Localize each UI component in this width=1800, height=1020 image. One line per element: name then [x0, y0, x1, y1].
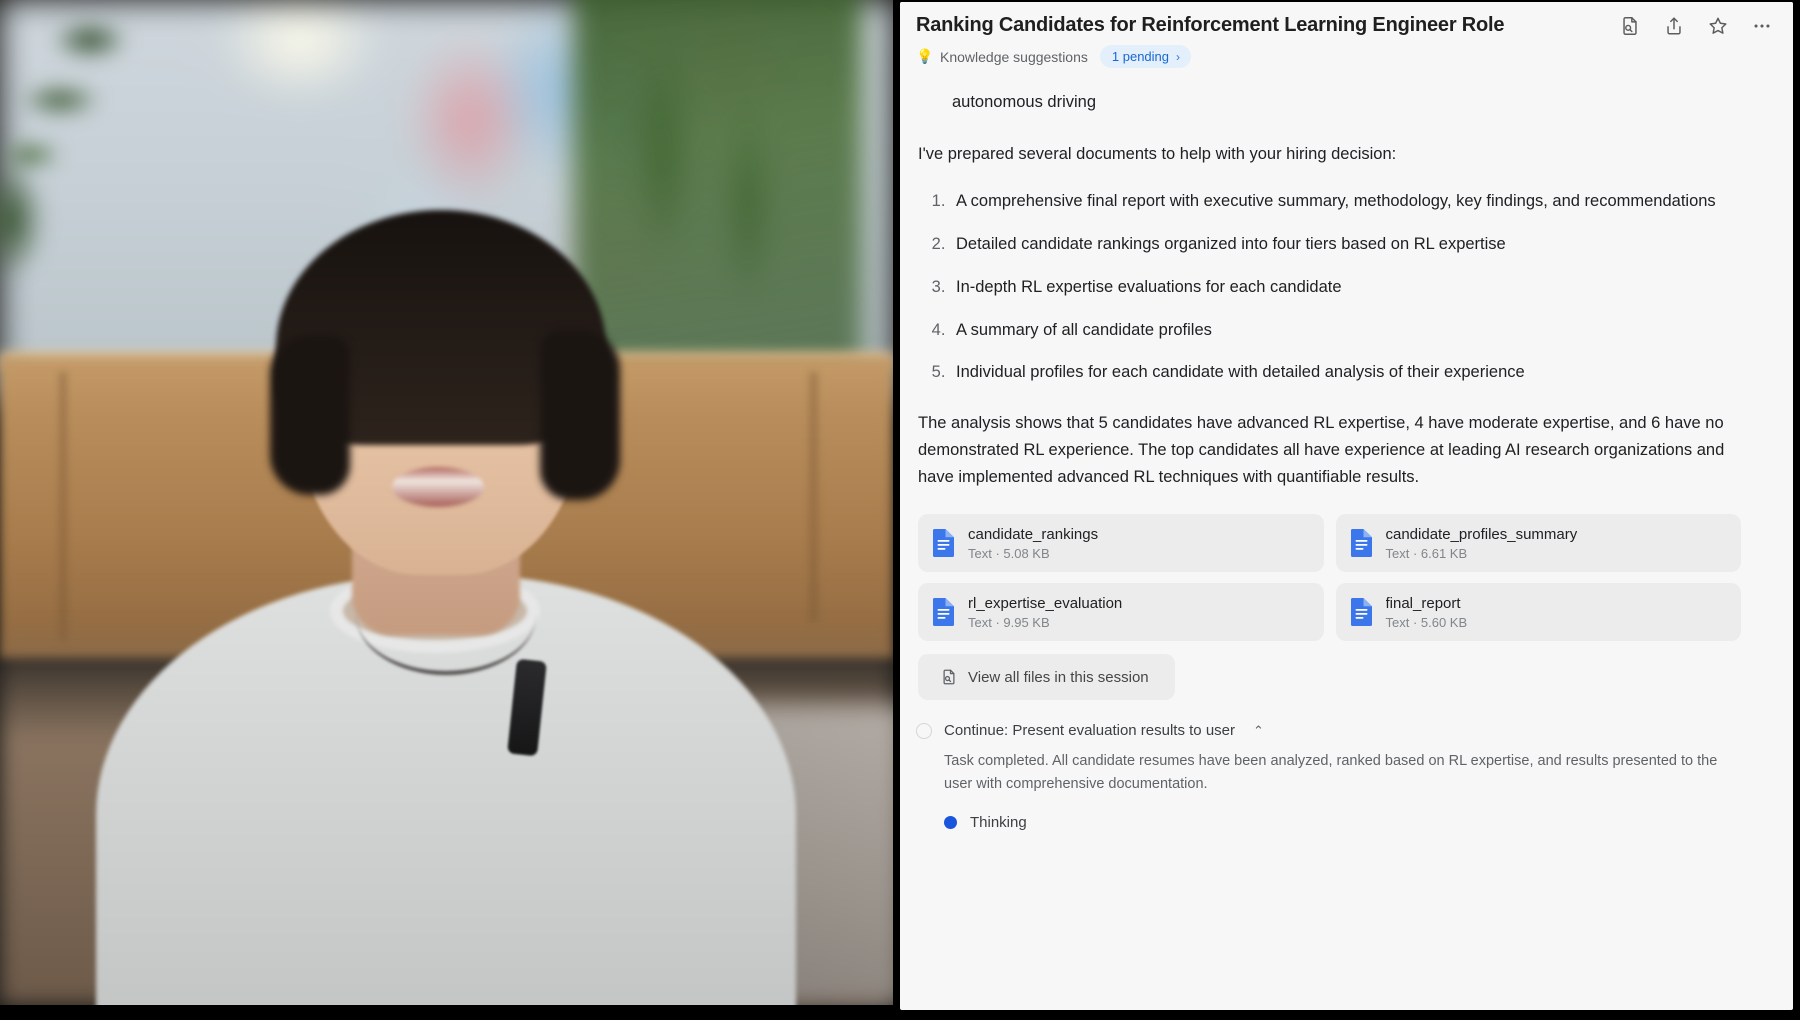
list-item: Detailed candidate rankings organized in… [950, 232, 1753, 258]
continue-step-block: Continue: Present evaluation results to … [900, 722, 1753, 831]
person-subject [0, 210, 893, 1005]
file-name: final_report [1385, 594, 1461, 612]
lightbulb-icon: 💡 [916, 48, 934, 64]
person-mouth [392, 467, 484, 507]
doc-file-icon [930, 597, 956, 627]
list-item: Individual profiles for each candidate w… [950, 360, 1753, 386]
file-meta: rl_expertise_evaluation Text · 9.95 KB [968, 595, 1122, 630]
doc-file-icon [1348, 528, 1374, 558]
list-item: A comprehensive final report with execut… [950, 189, 1753, 215]
conversation-scroll-area[interactable]: autonomous driving I've prepared several… [900, 68, 1793, 1010]
file-subtitle: Text · 6.61 KB [1385, 545, 1468, 561]
chevron-right-icon: › [1176, 49, 1181, 64]
app-window: Ranking Candidates for Reinforcement Lea… [0, 0, 1800, 1020]
file-name: rl_expertise_evaluation [968, 594, 1123, 612]
more-options-icon[interactable] [1751, 15, 1773, 37]
intro-paragraph: I've prepared several documents to help … [918, 144, 1397, 163]
knowledge-suggestions-row[interactable]: 💡 Knowledge suggestions 1 pending › [916, 45, 1777, 68]
file-card[interactable]: final_report Text · 5.60 KB [1335, 583, 1741, 642]
person-hair-left [270, 335, 350, 495]
deliverables-list: A comprehensive final report with execut… [900, 189, 1753, 386]
file-name: candidate_profiles_summary [1385, 525, 1578, 543]
list-item: A summary of all candidate profiles [950, 318, 1753, 344]
share-icon[interactable] [1663, 15, 1685, 37]
scrollbar[interactable] [1787, 68, 1791, 1010]
page-title: Ranking Candidates for Reinforcement Lea… [916, 14, 1505, 36]
file-card[interactable]: candidate_profiles_summary Text · 6.61 K… [1335, 514, 1741, 573]
attached-files-grid: candidate_rankings Text · 5.08 KB candid… [900, 514, 1753, 642]
file-subtitle: Text · 5.08 KB [968, 545, 1050, 561]
person-hair-right [540, 330, 620, 500]
file-name: candidate_rankings [968, 525, 1099, 543]
thinking-label: Thinking [970, 814, 1027, 832]
file-subtitle: Text · 9.95 KB [968, 614, 1050, 630]
doc-file-icon [1348, 597, 1374, 627]
continue-step-header[interactable]: Continue: Present evaluation results to … [916, 722, 1753, 739]
knowledge-suggestions-label: Knowledge suggestions [940, 48, 1088, 65]
chevron-up-icon[interactable]: ⌃ [1253, 724, 1264, 737]
file-meta: candidate_rankings Text · 5.08 KB [968, 526, 1098, 561]
file-search-icon[interactable] [1619, 15, 1641, 37]
conversation-content: autonomous driving I've prepared several… [900, 68, 1775, 841]
file-subtitle: Text · 5.60 KB [1385, 614, 1468, 630]
doc-file-icon [930, 528, 956, 558]
file-card[interactable]: candidate_rankings Text · 5.08 KB [918, 514, 1324, 573]
header-actions [1619, 15, 1777, 37]
panel-header: Ranking Candidates for Reinforcement Lea… [900, 2, 1793, 68]
continue-step-detail: Task completed. All candidate resumes ha… [944, 753, 1718, 792]
thinking-status-row: Thinking [916, 814, 1753, 831]
video-stage [0, 0, 893, 1005]
empty-circle-icon [916, 722, 932, 739]
file-card[interactable]: rl_expertise_evaluation Text · 9.95 KB [918, 583, 1324, 642]
assistant-conversation-panel: Ranking Candidates for Reinforcement Lea… [900, 2, 1793, 1010]
file-meta: candidate_profiles_summary Text · 6.61 K… [1386, 526, 1578, 561]
star-icon[interactable] [1707, 15, 1729, 37]
webcam-video-panel[interactable] [0, 0, 893, 1005]
thinking-dot-icon [944, 816, 957, 830]
pending-suggestions-badge[interactable]: 1 pending › [1099, 45, 1192, 68]
file-meta: final_report Text · 5.60 KB [1386, 595, 1468, 630]
view-all-files-label: View all files in this session [968, 668, 1149, 686]
continue-step-label: Continue: Present evaluation results to … [944, 722, 1235, 740]
truncated-message-fragment: autonomous driving [952, 93, 1097, 111]
view-all-files-row: View all files in this session [900, 654, 1753, 701]
file-search-icon [940, 668, 958, 686]
pending-badge-text: 1 pending [1111, 49, 1170, 64]
view-all-files-button[interactable]: View all files in this session [918, 654, 1175, 701]
panel-header-row: Ranking Candidates for Reinforcement Lea… [916, 14, 1777, 37]
list-item: In-depth RL expertise evaluations for ea… [950, 275, 1753, 301]
analysis-paragraph: The analysis shows that 5 candidates hav… [918, 414, 1725, 486]
